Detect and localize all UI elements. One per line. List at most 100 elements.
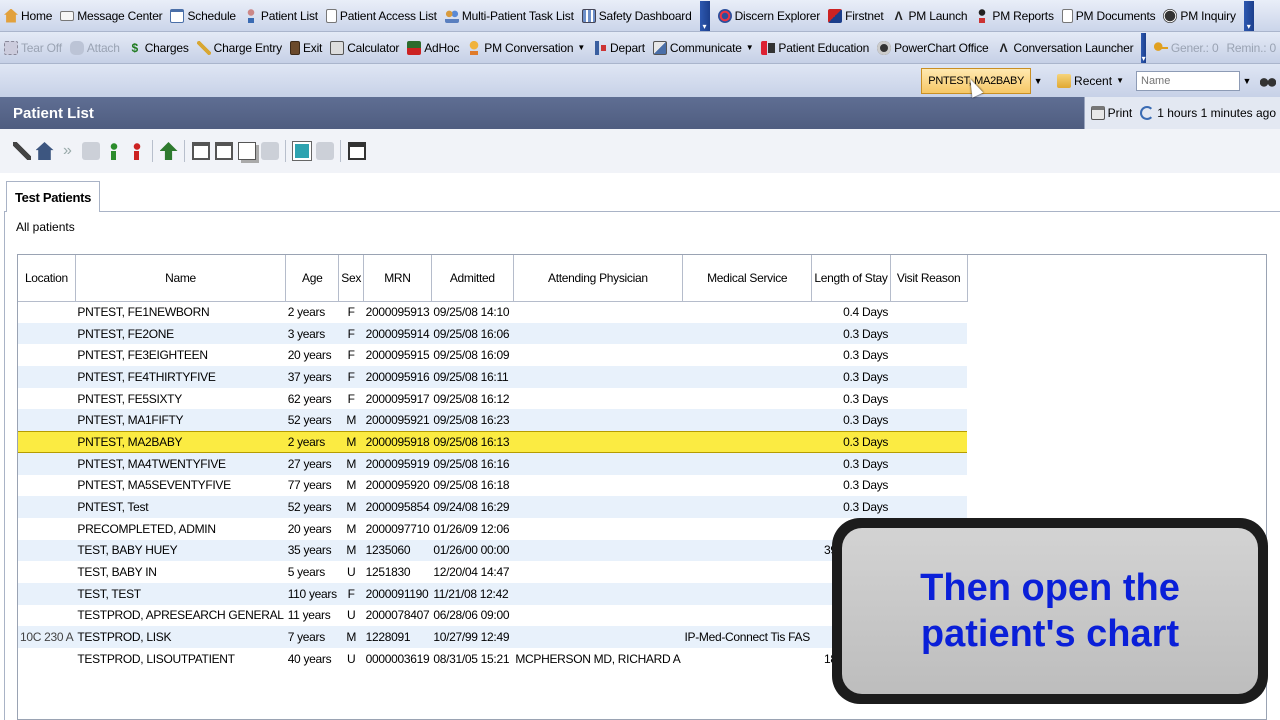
toolbar-overflow-handle[interactable]: ▾ — [1243, 0, 1254, 31]
table-row[interactable]: PNTEST, MA1FIFTY 52 years M 2000095921 09/25… — [18, 409, 968, 432]
table-row[interactable]: PNTEST, MA4TWENTYFIVE 27 years M 2000095919… — [18, 452, 968, 475]
toolbar-patient-access-list-button[interactable]: Patient Access List — [322, 4, 441, 28]
print-list-icon[interactable] — [347, 142, 366, 160]
double-chevron-icon[interactable]: » — [59, 142, 77, 160]
cell-location — [18, 452, 76, 475]
column-header-length-of-stay[interactable]: Length of Stay — [811, 255, 891, 302]
toolbar-calculator-button[interactable]: Calculator — [326, 36, 403, 60]
toolbar-charge-entry-button[interactable]: Charge Entry — [193, 36, 286, 60]
cell-age: 3 years — [285, 322, 339, 345]
filter-label: All patients — [16, 220, 75, 234]
cell-sex: F — [347, 391, 355, 406]
toolbar-message-center-button[interactable]: Message Center — [56, 4, 166, 28]
cell-length-of-stay: 0.3 Days — [811, 409, 891, 432]
column-header-sex[interactable]: Sex — [338, 255, 365, 302]
patient-dropdown-arrow[interactable]: ▼ — [1031, 76, 1045, 86]
clipboard-check-icon[interactable] — [214, 142, 233, 160]
toolbar-pm-launch-button[interactable]: Ʌ PM Launch — [887, 4, 971, 28]
toolbar-conversation-launcher-button[interactable]: Ʌ Conversation Launcher — [993, 36, 1138, 60]
cell-mrn: 2000095920 — [365, 478, 430, 493]
properties-icon[interactable] — [12, 142, 31, 160]
toolbar-firstnet-button[interactable]: Firstnet — [824, 4, 887, 28]
toolbar-multi-patient-task-list-button[interactable]: Multi-Patient Task List — [441, 4, 578, 28]
toolbar-depart-button[interactable]: Depart — [589, 36, 649, 60]
toolbar-pm-conversation-button[interactable]: PM Conversation ▼ — [463, 36, 589, 60]
toolbar-discern-explorer-button[interactable]: Discern Explorer — [714, 4, 825, 28]
table-row[interactable]: PNTEST, FE2ONE 3 years F 2000095914 09/25/08… — [18, 322, 968, 345]
recent-button[interactable]: Recent ▼ — [1051, 69, 1130, 93]
toolbar-attach-button: Attach — [66, 36, 124, 60]
recent-icon — [1057, 73, 1072, 88]
toolbar-button-label: PM Inquiry — [1180, 8, 1236, 23]
name-dropdown-arrow[interactable]: ▼ — [1240, 76, 1254, 86]
cell-name: PRECOMPLETED, ADMIN — [77, 521, 216, 536]
table-row[interactable]: PNTEST, FE5SIXTY 62 years F 2000095917 09/25… — [18, 388, 967, 410]
toolbar-communicate-button[interactable]: Communicate ▼ — [649, 36, 758, 60]
clipboard-icon[interactable] — [191, 142, 210, 160]
binoculars-icon[interactable] — [1260, 73, 1276, 88]
name-search-input[interactable] — [1136, 70, 1240, 91]
column-header-age[interactable]: Age — [285, 255, 340, 302]
toolbar-powerchart-office-button[interactable]: PowerChart Office — [873, 36, 992, 60]
toolbar-button-label: Home — [21, 8, 53, 23]
column-header-admitted[interactable]: Admitted — [431, 255, 514, 302]
toolbar-patient-list-button[interactable]: Patient List — [240, 4, 322, 28]
tab-test-patients[interactable]: Test Patients — [6, 181, 101, 212]
cell-location — [18, 409, 76, 432]
cell-location — [18, 518, 75, 540]
print-button[interactable]: Print — [1090, 106, 1132, 120]
table-row[interactable]: PNTEST, MA5SEVENTYFIVE 77 years M 200009592… — [18, 475, 967, 497]
toolbar-adhoc-button[interactable]: AdHoc — [403, 36, 463, 60]
column-header-name[interactable]: Name — [75, 255, 287, 302]
toolbar-overflow-handle[interactable]: ▾ — [699, 0, 710, 31]
cell-location: 10C 230 A — [18, 626, 76, 648]
paste-icon — [260, 142, 279, 160]
toolbar-schedule-button[interactable]: Schedule — [166, 4, 239, 28]
column-header-visit-reason[interactable]: Visit Reason — [890, 255, 968, 302]
toolbar-home-button[interactable]: Home — [0, 4, 56, 28]
cell-attending-physician: MCPHERSON MD, RICHARD A — [515, 651, 681, 666]
table-row[interactable]: PNTEST, MA2BABY 2 years M 2000095918 09/25/0… — [18, 430, 968, 454]
toolbar-button-label: Safety Dashboard — [598, 8, 692, 23]
cell-visit-reason — [890, 366, 968, 388]
refresh-button[interactable]: 1 hours 1 minutes ago — [1140, 106, 1276, 120]
column-header-medical-service[interactable]: Medical Service — [682, 255, 813, 302]
inquiry-icon — [1163, 8, 1178, 23]
toolbar-pm-inquiry-button[interactable]: PM Inquiry — [1159, 4, 1239, 28]
table-row[interactable]: PRECOMPLETED, ADMIN 20 years M 2000097710 01… — [18, 518, 967, 540]
table-row[interactable]: TESTPROD, LISOUTPATIENT 40 years U 00000036… — [18, 648, 967, 670]
table-row[interactable]: PNTEST, FE1NEWBORN 2 years F 2000095913 09/2… — [18, 301, 967, 323]
table-row[interactable]: 10C 230 A TESTPROD, LISK 7 years M 1228091 10… — [18, 626, 968, 648]
column-header-location[interactable]: Location — [18, 255, 76, 302]
table-row[interactable]: TEST, BABY HUEY 35 years M 1235060 01/26/00 … — [18, 539, 968, 562]
calendar-icon — [170, 8, 185, 23]
table-row[interactable]: TESTPROD, APRESEARCH GENERAL 11 years U 200… — [18, 605, 967, 627]
toolbar-button-label: Depart — [610, 40, 645, 55]
globe-icon — [717, 8, 732, 23]
toolbar-overflow-handle[interactable]: ▾ — [1141, 32, 1146, 63]
cell-name: PNTEST, MA5SEVENTYFIVE — [77, 478, 231, 493]
toolbar-safety-dashboard-button[interactable]: Safety Dashboard — [578, 4, 696, 28]
table-row[interactable]: PNTEST, Test 52 years M 2000095854 09/24/08 … — [18, 496, 968, 518]
cell-sex: M — [338, 539, 364, 562]
cell-name: TEST, TEST — [75, 582, 286, 605]
toolbar-exit-button[interactable]: Exit — [286, 36, 326, 60]
cell-admitted: 11/21/08 12:42 — [431, 582, 514, 605]
view-icon[interactable] — [291, 141, 312, 161]
toolbar-patient-education-button[interactable]: Patient Education — [757, 36, 873, 60]
table-row[interactable]: TEST, TEST 110 years F 2000091190 11/21/08 1… — [18, 582, 968, 605]
remove-relationship-icon[interactable] — [127, 142, 146, 160]
column-header-mrn[interactable]: MRN — [363, 255, 432, 302]
cell-attending-physician — [513, 409, 683, 432]
upload-icon[interactable] — [159, 142, 178, 160]
column-header-attending-physician[interactable]: Attending Physician — [513, 255, 683, 302]
toolbar-pm-documents-button[interactable]: PM Documents — [1058, 4, 1160, 28]
copy-icon[interactable] — [237, 142, 256, 160]
table-row[interactable]: TEST, BABY IN 5 years U 1251830 12/20/04 14:… — [18, 561, 967, 583]
table-row[interactable]: PNTEST, FE3EIGHTEEN 20 years F 2000095915 09… — [18, 344, 967, 366]
table-row[interactable]: PNTEST, FE4THIRTYFIVE 37 years F 2000095916… — [18, 366, 968, 388]
toolbar-charges-button[interactable]: $ Charges — [124, 36, 193, 60]
list-maintenance-icon[interactable] — [35, 142, 54, 160]
add-relationship-icon[interactable] — [104, 142, 123, 160]
toolbar-pm-reports-button[interactable]: PM Reports — [971, 4, 1057, 28]
